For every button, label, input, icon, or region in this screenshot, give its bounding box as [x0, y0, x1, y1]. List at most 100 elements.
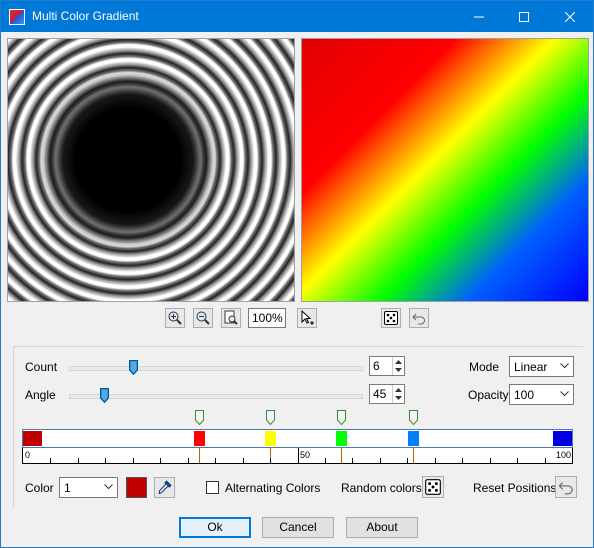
ruler-tick — [489, 458, 491, 463]
chevron-down-icon — [560, 363, 569, 369]
spin-arrows-icon — [395, 388, 402, 400]
reset-preview-button[interactable] — [409, 308, 429, 328]
stop-marker-icon[interactable] — [266, 410, 276, 425]
randomize-preview-button[interactable] — [381, 308, 401, 328]
angle-value: 45 — [373, 387, 387, 401]
zoom-page-icon — [224, 310, 238, 325]
zoom-in-icon — [168, 311, 182, 325]
dialog-window: Multi Color Gradient 100% Count 6 Mode L… — [0, 0, 594, 548]
color-index-select[interactable]: 1 — [59, 477, 118, 498]
stop-position-line — [341, 448, 343, 463]
ruler-tick — [297, 448, 299, 463]
ruler-tick — [160, 458, 162, 463]
stop-marker-icon[interactable] — [194, 410, 204, 425]
ruler-tick — [434, 458, 436, 463]
ruler-label-100: 100 — [556, 450, 572, 460]
ruler-tick — [379, 458, 381, 463]
gradient-stop[interactable] — [407, 431, 419, 446]
alternating-colors-checkbox[interactable] — [206, 481, 219, 494]
ruler-tick — [132, 458, 134, 463]
spin-arrows-icon — [395, 360, 402, 372]
dice-icon — [384, 311, 398, 325]
opacity-label: Opacity — [468, 388, 509, 402]
ruler-tick — [462, 458, 464, 463]
cursor-add-icon — [301, 310, 314, 325]
minimize-button[interactable] — [456, 1, 501, 32]
close-icon — [564, 11, 575, 22]
app-icon — [9, 9, 25, 25]
ruler-tick — [270, 458, 272, 463]
close-button[interactable] — [547, 1, 592, 32]
maximize-button[interactable] — [501, 1, 546, 32]
angle-slider-thumb[interactable] — [100, 388, 110, 403]
cancel-button[interactable]: Cancel — [262, 517, 334, 538]
about-button[interactable]: About — [346, 517, 418, 538]
mode-label: Mode — [469, 360, 500, 374]
zoom-in-button[interactable] — [165, 308, 185, 328]
ruler-tick — [215, 458, 217, 463]
count-slider-thumb[interactable] — [129, 360, 139, 375]
random-colors-label: Random colors — [341, 481, 422, 495]
ruler-tick — [407, 458, 409, 463]
mode-select[interactable]: Linear — [509, 356, 574, 377]
mode-value: Linear — [514, 360, 548, 374]
stop-marker-icon[interactable] — [337, 410, 347, 425]
gradient-stop[interactable] — [265, 431, 277, 446]
opacity-select[interactable]: 100 — [509, 384, 574, 405]
window-title: Multi Color Gradient — [32, 9, 139, 23]
count-value: 6 — [373, 359, 380, 373]
ruler-tick — [77, 458, 79, 463]
ruler-label-0: 0 — [25, 450, 31, 460]
ruler-label-50: 50 — [300, 450, 311, 460]
minimize-icon — [473, 16, 484, 17]
color-label: Color — [25, 481, 54, 495]
gradient-bar[interactable] — [22, 429, 573, 448]
count-slider-track[interactable] — [69, 366, 363, 371]
eyedropper-icon — [158, 480, 172, 495]
color-swatch[interactable] — [126, 477, 147, 498]
ruler-tick — [105, 458, 107, 463]
ok-button[interactable]: Ok — [179, 517, 251, 538]
random-colors-button[interactable] — [422, 476, 444, 498]
source-image-preview — [7, 38, 295, 302]
zoom-level-field[interactable]: 100% — [248, 308, 286, 328]
dice-icon — [425, 479, 441, 495]
eyedropper-button[interactable] — [154, 477, 175, 498]
ruler-tick — [242, 458, 244, 463]
title-bar[interactable]: Multi Color Gradient — [1, 1, 593, 32]
gradient-stop[interactable] — [193, 431, 205, 446]
position-ruler: 0 50 100 — [22, 448, 573, 464]
count-spin-arrows[interactable] — [392, 357, 404, 375]
gradient-stop[interactable] — [553, 431, 572, 446]
undo-icon — [412, 313, 425, 325]
angle-stepper[interactable]: 45 — [369, 384, 405, 404]
stop-position-line — [198, 448, 200, 463]
color-index-value: 1 — [64, 481, 71, 495]
chevron-down-icon — [560, 391, 569, 397]
zoom-fit-button[interactable] — [221, 308, 241, 328]
ruler-tick — [517, 458, 519, 463]
gradient-stop[interactable] — [336, 431, 348, 446]
angle-slider-track[interactable] — [69, 394, 363, 399]
zoom-out-icon — [196, 311, 210, 325]
undo-icon — [558, 482, 573, 495]
pick-point-button[interactable] — [297, 308, 317, 328]
ruler-tick — [352, 458, 354, 463]
zoom-out-button[interactable] — [193, 308, 213, 328]
angle-spin-arrows[interactable] — [392, 385, 404, 403]
count-stepper[interactable]: 6 — [369, 356, 405, 376]
maximize-icon — [518, 11, 529, 22]
ruler-tick — [50, 458, 52, 463]
count-label: Count — [25, 360, 58, 374]
ruler-tick — [544, 458, 546, 463]
ruler-tick — [187, 458, 189, 463]
chevron-down-icon — [104, 484, 113, 490]
alternating-colors-label[interactable]: Alternating Colors — [225, 481, 320, 495]
reset-positions-button[interactable] — [555, 476, 577, 498]
gradient-stop[interactable] — [23, 431, 42, 446]
angle-label: Angle — [25, 388, 56, 402]
opacity-value: 100 — [514, 388, 535, 402]
gradient-preview — [301, 38, 589, 302]
ruler-tick — [324, 458, 326, 463]
stop-marker-icon[interactable] — [408, 410, 418, 425]
